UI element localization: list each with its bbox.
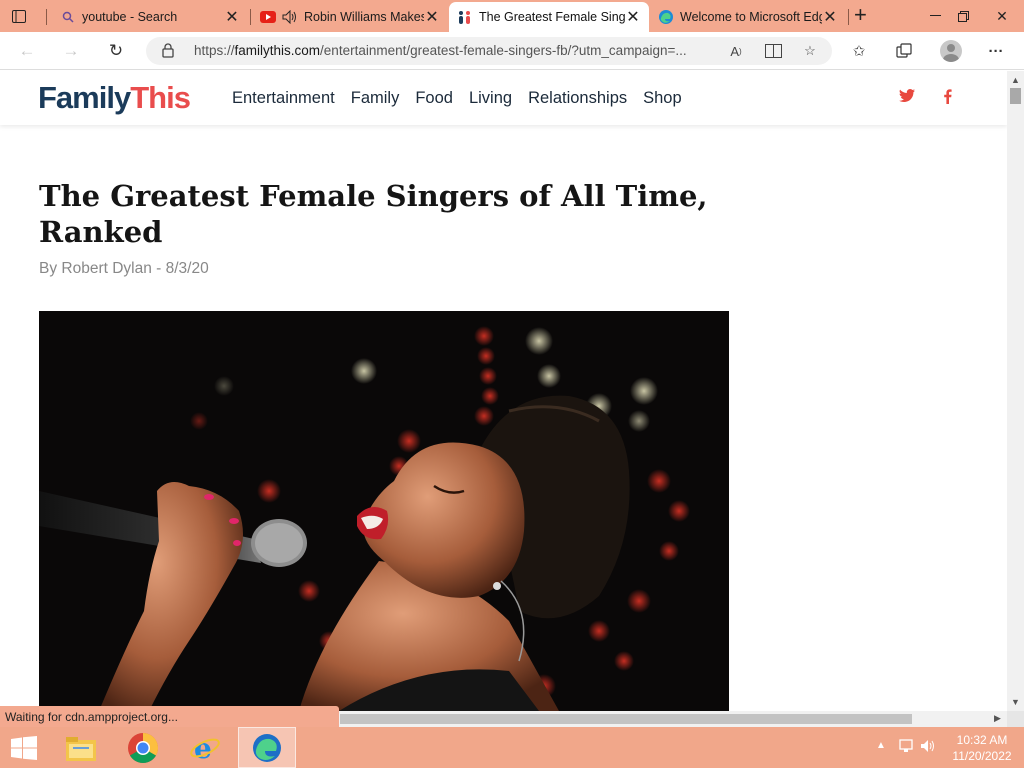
site-logo[interactable]: FamilyThis <box>38 80 191 116</box>
site-nav: Entertainment Family Food Living Relatio… <box>232 89 698 108</box>
singer-illustration <box>39 311 729 711</box>
search-icon <box>60 9 76 25</box>
network-icon[interactable] <box>898 738 914 759</box>
show-hidden-icons-icon[interactable]: ▲ <box>876 740 886 751</box>
nav-living[interactable]: Living <box>469 89 512 108</box>
address-bar: ← → ↻ https://familythis.com/entertainme… <box>0 32 1024 70</box>
chrome-icon <box>128 732 159 763</box>
restore-icon[interactable] <box>946 0 980 32</box>
tab-title: Welcome to Microsoft Edge <box>680 10 822 24</box>
start-button[interactable] <box>0 727 48 768</box>
tab-greatest-female-singers[interactable]: The Greatest Female Singers ✕ <box>449 2 649 32</box>
volume-icon[interactable] <box>920 738 936 759</box>
url-field[interactable]: https://familythis.com/entertainment/gre… <box>146 37 832 65</box>
add-favorite-icon[interactable]: ☆ <box>800 42 820 60</box>
taskbar-edge[interactable] <box>238 727 296 768</box>
favorites-icon[interactable]: ✩ <box>848 40 870 62</box>
folder-icon <box>66 736 96 761</box>
taskbar: e ▲ 10:32 AM 11/20/2022 <box>0 727 1024 768</box>
article-title: The Greatest Female Singers of All Time,… <box>39 179 708 249</box>
hero-image[interactable] <box>39 311 729 711</box>
tab-title: Robin Williams Makes <box>304 10 424 24</box>
new-tab-icon[interactable]: + <box>854 4 867 26</box>
close-tab-icon[interactable]: ✕ <box>625 7 641 27</box>
close-tab-icon[interactable]: ✕ <box>224 7 240 27</box>
lock-icon[interactable] <box>162 43 176 59</box>
clock[interactable]: 10:32 AM 11/20/2022 <box>940 732 1024 764</box>
refresh-icon[interactable]: ↻ <box>103 39 129 63</box>
twitter-icon[interactable] <box>899 89 915 107</box>
page-content: FamilyThis Entertainment Family Food Liv… <box>0 71 1007 711</box>
scroll-up-icon[interactable]: ▲ <box>1011 75 1020 85</box>
internet-explorer-icon: e <box>190 732 220 764</box>
clock-time: 10:32 AM <box>956 733 1008 747</box>
reader-view-icon[interactable] <box>763 42 783 60</box>
nav-relationships[interactable]: Relationships <box>528 89 627 108</box>
more-menu-icon[interactable]: ··· <box>985 40 1007 62</box>
tab-strip: youtube - Search ✕ Robin Williams Makes … <box>0 0 1024 32</box>
facebook-icon[interactable] <box>943 89 952 109</box>
vertical-scrollbar[interactable]: ▲ ▼ <box>1007 71 1024 711</box>
taskbar-chrome[interactable] <box>114 727 172 768</box>
tab-youtube-search[interactable]: youtube - Search ✕ <box>52 2 248 32</box>
clock-date: 11/20/2022 <box>952 749 1012 763</box>
tab-separator <box>250 9 251 25</box>
edge-icon <box>253 733 281 762</box>
horizontal-scroll-thumb[interactable] <box>340 714 912 724</box>
read-aloud-icon[interactable]: A) <box>726 42 746 60</box>
windows-icon <box>11 735 37 760</box>
tab-separator <box>46 9 47 25</box>
speaker-icon[interactable] <box>282 9 298 25</box>
nav-food[interactable]: Food <box>415 89 453 108</box>
youtube-icon <box>260 9 276 25</box>
edge-icon <box>658 9 674 25</box>
close-window-icon[interactable]: ✕ <box>985 0 1019 32</box>
scroll-corner <box>1007 711 1024 727</box>
profile-avatar[interactable] <box>940 40 962 62</box>
nav-shop[interactable]: Shop <box>643 89 682 108</box>
tab-separator <box>848 9 849 25</box>
svg-text:e: e <box>194 732 212 764</box>
nav-entertainment[interactable]: Entertainment <box>232 89 335 108</box>
back-icon[interactable]: ← <box>14 39 40 63</box>
vertical-scroll-thumb[interactable] <box>1010 88 1021 104</box>
scroll-right-icon[interactable]: ▶ <box>994 713 1001 724</box>
tab-robin-williams[interactable]: Robin Williams Makes ✕ <box>252 2 448 32</box>
tab-title: The Greatest Female Singers <box>479 10 625 24</box>
collections-icon[interactable] <box>893 40 915 62</box>
nav-family[interactable]: Family <box>351 89 400 108</box>
article-byline: By Robert Dylan - 8/3/20 <box>39 260 209 277</box>
forward-icon[interactable]: → <box>58 39 84 63</box>
scroll-down-icon[interactable]: ▼ <box>1011 697 1020 707</box>
close-tab-icon[interactable]: ✕ <box>424 7 440 27</box>
tab-actions-icon[interactable] <box>8 6 30 26</box>
status-bar: Waiting for cdn.ampproject.org... <box>0 706 339 728</box>
taskbar-file-explorer[interactable] <box>52 727 110 768</box>
close-tab-icon[interactable]: ✕ <box>822 7 838 27</box>
taskbar-internet-explorer[interactable]: e <box>176 727 234 768</box>
url-text: https://familythis.com/entertainment/gre… <box>194 43 687 58</box>
site-header: FamilyThis Entertainment Family Food Liv… <box>0 71 1007 125</box>
familythis-icon <box>457 9 473 25</box>
tab-title: youtube - Search <box>82 10 178 24</box>
tab-welcome-edge[interactable]: Welcome to Microsoft Edge ✕ <box>650 2 846 32</box>
